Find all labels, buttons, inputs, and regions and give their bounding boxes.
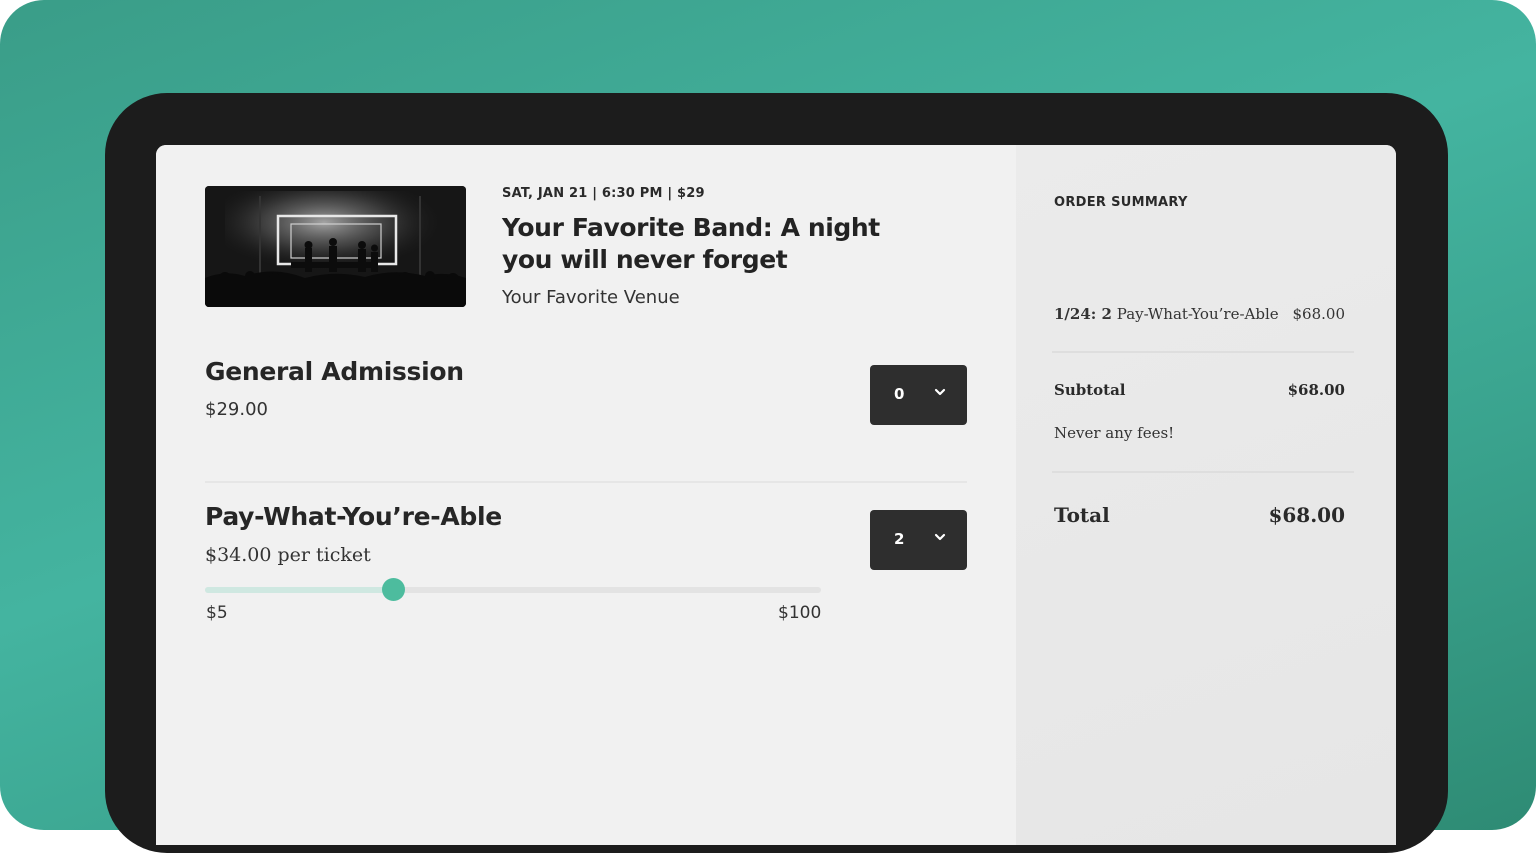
ticket-name-general-admission: General Admission (205, 357, 464, 386)
chevron-down-icon (934, 388, 946, 396)
ticket-divider (205, 481, 967, 483)
ticket-selection-pane: SAT, JAN 21 | 6:30 PM | $29 Your Favorit… (156, 145, 1016, 845)
quantity-value: 2 (894, 530, 905, 548)
quantity-value: 0 (894, 385, 905, 403)
price-slider-min-label: $5 (206, 603, 228, 623)
order-summary-pane: ORDER SUMMARY 1/24: 2 Pay-What-You’re-Ab… (1016, 145, 1396, 845)
quantity-select-pay-what-youre-able[interactable]: 2 (870, 510, 967, 570)
quantity-select-general-admission[interactable]: 0 (870, 365, 967, 425)
checkout-modal: SAT, JAN 21 | 6:30 PM | $29 Your Favorit… (156, 145, 1396, 845)
chevron-down-icon (934, 533, 946, 541)
order-line-prefix: 1/24: 2 (1054, 305, 1112, 323)
ticket-name-pay-what-youre-able: Pay-What-You’re-Able (205, 502, 502, 531)
event-date-time-price: SAT, JAN 21 | 6:30 PM | $29 (502, 186, 705, 201)
summary-divider (1052, 351, 1354, 353)
total-label: Total (1054, 503, 1110, 527)
event-title: Your Favorite Band: A night you will nev… (502, 213, 880, 274)
order-line-label: Pay-What-You’re-Able (1116, 305, 1279, 323)
order-line-amount: $68.00 (1292, 305, 1346, 323)
order-line-item: 1/24: 2 Pay-What-You’re-Able (1054, 305, 1279, 323)
ticket-price-pay-what-youre-able: $34.00 per ticket (205, 544, 371, 566)
subtotal-label: Subtotal (1054, 381, 1126, 399)
subtotal-amount: $68.00 (1287, 381, 1345, 399)
event-image (205, 186, 466, 307)
event-venue: Your Favorite Venue (502, 287, 680, 308)
total-amount: $68.00 (1268, 503, 1345, 527)
summary-divider (1052, 471, 1354, 473)
price-slider-fill (205, 587, 393, 593)
order-summary-title: ORDER SUMMARY (1054, 195, 1188, 210)
concert-stage-photo (205, 186, 466, 307)
ticket-price-general-admission: $29.00 (205, 399, 268, 420)
price-slider[interactable] (205, 578, 821, 601)
fees-note: Never any fees! (1054, 424, 1175, 442)
price-slider-max-label: $100 (778, 603, 822, 623)
price-slider-handle[interactable] (382, 578, 405, 601)
